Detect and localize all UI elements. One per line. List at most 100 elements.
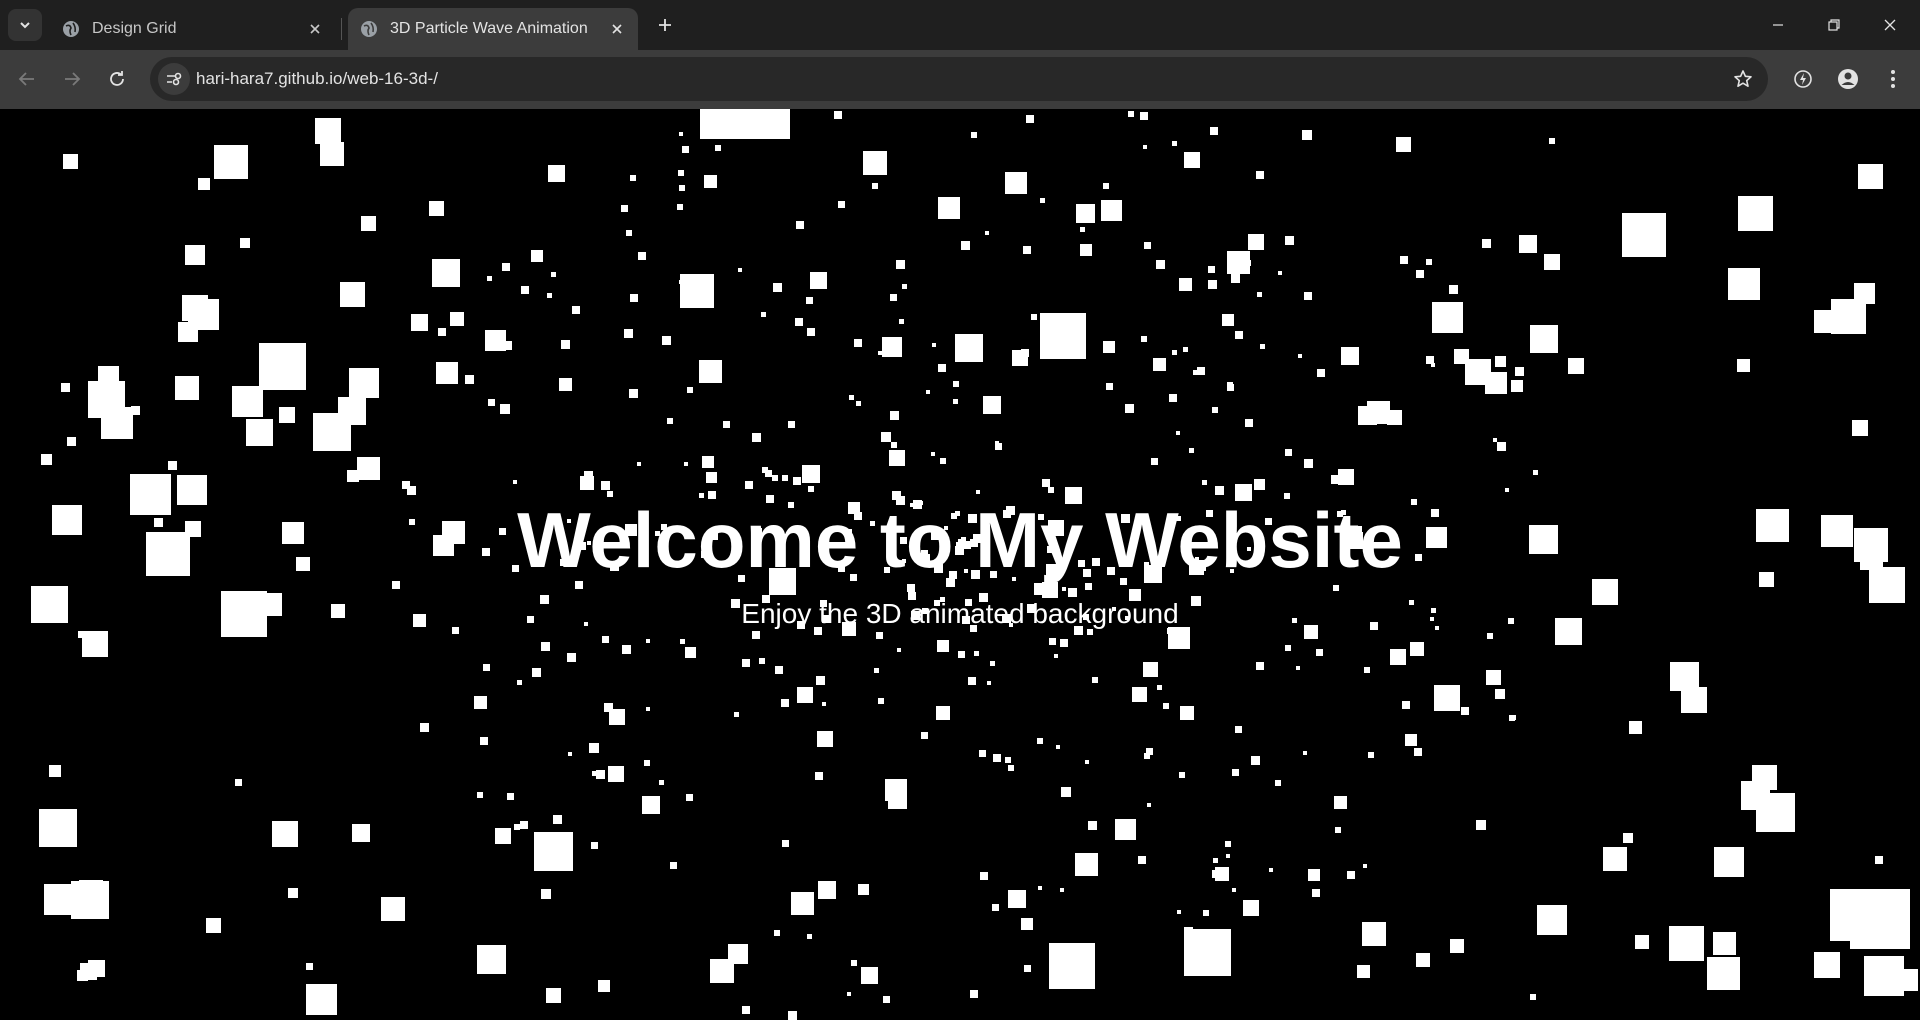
particle — [541, 889, 551, 899]
tab-title: 3D Particle Wave Animation — [390, 20, 588, 37]
particle — [1143, 662, 1158, 677]
particle — [1519, 235, 1537, 253]
particle — [436, 362, 458, 384]
particle — [541, 642, 550, 651]
particle — [684, 462, 688, 466]
forward-button[interactable] — [57, 64, 87, 94]
particle — [1260, 344, 1265, 349]
tab-search-button[interactable] — [8, 9, 42, 41]
particle — [806, 297, 813, 304]
particle — [1232, 888, 1236, 892]
particle — [752, 631, 760, 639]
particle — [679, 132, 683, 136]
back-button[interactable] — [12, 64, 42, 94]
url-text[interactable]: hari-hara7.github.io/web-16-3d-/ — [196, 69, 438, 89]
particle — [1115, 819, 1136, 840]
particle — [1203, 910, 1209, 916]
particle — [1037, 738, 1043, 744]
particle — [306, 984, 337, 1015]
particle — [1308, 869, 1320, 881]
particle — [1005, 757, 1011, 763]
particle — [1304, 292, 1312, 300]
tab-particle-wave[interactable]: 3D Particle Wave Animation — [348, 8, 638, 50]
profile-button[interactable] — [1833, 64, 1863, 94]
particle — [1831, 299, 1866, 334]
particle — [214, 145, 248, 179]
particle — [559, 378, 572, 391]
particle — [881, 432, 891, 442]
particle — [968, 677, 976, 685]
particle — [1416, 953, 1430, 967]
particle — [1549, 138, 1555, 144]
particle — [849, 395, 854, 400]
particle — [679, 185, 685, 191]
particle — [483, 664, 490, 671]
particle — [279, 407, 295, 423]
window-close-button[interactable] — [1862, 0, 1918, 50]
particle — [702, 456, 714, 468]
particle — [902, 284, 907, 289]
particle — [1482, 239, 1491, 248]
particle — [1140, 112, 1148, 120]
reload-button[interactable] — [102, 64, 132, 94]
particle — [198, 178, 210, 190]
particle — [438, 328, 446, 336]
particle — [381, 897, 405, 921]
particle — [347, 470, 359, 482]
particle — [899, 319, 904, 324]
particle — [1068, 588, 1077, 597]
particle — [872, 183, 878, 189]
particle — [699, 360, 722, 383]
tab-design-grid[interactable]: Design Grid — [50, 8, 336, 50]
particle — [1132, 687, 1147, 702]
particle — [548, 165, 565, 182]
particle — [1157, 685, 1162, 690]
browser-toolbar: hari-hara7.github.io/web-16-3d-/ — [0, 50, 1920, 109]
minimize-button[interactable] — [1750, 0, 1806, 50]
particle — [1363, 864, 1367, 868]
particle — [1341, 347, 1359, 365]
particle — [1304, 459, 1313, 468]
particle — [759, 658, 765, 664]
address-bar[interactable]: hari-hara7.github.io/web-16-3d-/ — [150, 57, 1768, 101]
particle — [1461, 707, 1469, 715]
particle — [420, 723, 429, 732]
new-tab-button[interactable] — [650, 10, 680, 40]
particle — [185, 245, 205, 265]
site-info-button[interactable] — [158, 63, 190, 95]
particle — [878, 698, 884, 704]
particle — [1426, 356, 1434, 364]
particle — [1400, 256, 1408, 264]
profile-icon — [1838, 69, 1858, 89]
particle — [1076, 204, 1095, 223]
close-icon[interactable] — [304, 18, 326, 40]
particle — [953, 381, 959, 387]
bookmark-button[interactable] — [1732, 68, 1754, 90]
particle — [547, 293, 552, 298]
particle — [796, 221, 804, 229]
particle — [670, 862, 677, 869]
particle — [704, 175, 717, 188]
browser-menu-button[interactable] — [1878, 64, 1908, 94]
particle — [1184, 929, 1231, 976]
particle — [1298, 354, 1302, 358]
particle — [1257, 292, 1262, 297]
particle — [495, 828, 511, 844]
particle — [834, 111, 842, 119]
particle — [1075, 853, 1098, 876]
particle — [1092, 677, 1098, 683]
particle — [1210, 127, 1218, 135]
particle — [667, 418, 673, 424]
restore-icon — [1828, 19, 1840, 31]
particle — [808, 486, 814, 492]
particle — [1338, 469, 1354, 485]
particle — [1426, 259, 1432, 265]
particle — [624, 329, 633, 338]
particle — [1486, 670, 1501, 685]
restore-button[interactable] — [1806, 0, 1862, 50]
close-icon[interactable] — [606, 18, 628, 40]
particle — [630, 294, 638, 302]
particle — [1814, 952, 1840, 978]
particle — [795, 318, 803, 326]
extensions-button[interactable] — [1788, 64, 1818, 94]
